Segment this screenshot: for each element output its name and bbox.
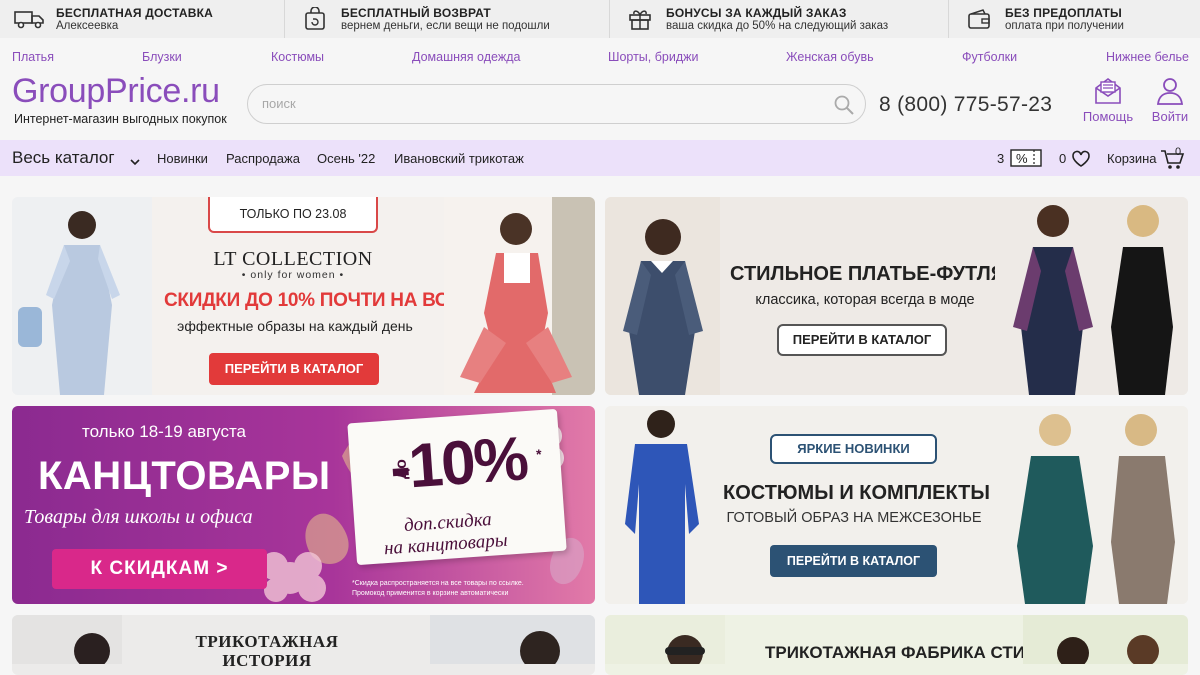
- info-title: БОНУСЫ ЗА КАЖДЫЙ ЗАКАЗ: [666, 6, 847, 20]
- search-icon[interactable]: [833, 94, 855, 116]
- promo-banner-knitwear-history[interactable]: ТРИКОТАЖНАЯ ИСТОРИЯ: [12, 615, 595, 675]
- promo-headline: КАНЦТОВАРЫ: [38, 454, 331, 498]
- gift-icon: [622, 6, 658, 32]
- model-photo: [1023, 615, 1188, 664]
- promo-date: только 18-19 августа: [82, 422, 247, 441]
- wallet-icon: [961, 6, 997, 32]
- model-photo: [605, 615, 725, 664]
- model-photo: [605, 406, 715, 604]
- model-photo: [995, 197, 1188, 395]
- category-link[interactable]: Нижнее белье: [1106, 50, 1189, 64]
- promo-banner-stationery[interactable]: только 18-19 августа КАНЦТОВАРЫ Товары д…: [12, 406, 595, 604]
- info-title: БЕЗ ПРЕДОПЛАТЫ: [1005, 6, 1122, 20]
- category-nav: Платья Блузки Костюмы Домашняя одежда Шо…: [0, 50, 1200, 68]
- login-button[interactable]: Войти: [1142, 76, 1198, 124]
- cart-icon[interactable]: [1160, 148, 1186, 175]
- model-photo: [995, 406, 1188, 604]
- go-to-catalog-button[interactable]: ПЕРЕЙТИ В КАТАЛОГ: [209, 353, 379, 385]
- phone-number[interactable]: 8 (800) 775-57-23: [879, 93, 1052, 117]
- heart-icon[interactable]: [1071, 150, 1091, 173]
- promo-subtitle: ГОТОВЫЙ ОБРАЗ НА МЕЖСЕЗОНЬЕ: [726, 510, 982, 526]
- model-photo: [430, 615, 595, 664]
- discount-count: 3: [997, 151, 1005, 166]
- info-sub: ваша скидка до 50% на следующий заказ: [666, 20, 889, 32]
- promo-subtitle: Товары для школы и офиса: [24, 506, 253, 528]
- category-link[interactable]: Шорты, бриджи: [608, 50, 698, 64]
- info-sub: вернем деньги, если вещи не подошли: [341, 20, 550, 32]
- catalog-bar: Весь каталог Новинки Распродажа Осень '2…: [0, 140, 1200, 176]
- info-free-return[interactable]: БЕСПЛАТНЫЙ ВОЗВРАТ вернем деньги, если ве…: [284, 0, 609, 38]
- info-free-delivery[interactable]: БЕСПЛАТНАЯ ДОСТАВКА Алексеевка: [0, 0, 284, 38]
- promo-headline: СКИДКИ ДО 10% ПОЧТИ НА ВСЁ!: [164, 290, 467, 311]
- model-photo: [12, 197, 152, 395]
- svg-text:%: %: [1016, 151, 1028, 166]
- promo-headline-line1: ТРИКОТАЖНАЯ: [195, 632, 339, 651]
- category-link[interactable]: Футболки: [962, 50, 1017, 64]
- promo-banner-lt-collection[interactable]: ТОЛЬКО ПО 23.08 LT COLLECTION • only for…: [12, 197, 595, 395]
- info-bonuses[interactable]: БОНУСЫ ЗА КАЖДЫЙ ЗАКАЗ ваша скидка до 50%…: [609, 0, 948, 38]
- category-link[interactable]: Костюмы: [271, 50, 324, 64]
- catalog-link-autumn[interactable]: Осень '22: [317, 151, 375, 166]
- login-label: Войти: [1151, 109, 1189, 124]
- search-input[interactable]: [262, 96, 822, 111]
- model-photo: [12, 615, 122, 664]
- footnote-line1: *Скидка распространяется на все товары п…: [352, 580, 524, 587]
- help-label: Помощь: [1082, 109, 1134, 124]
- info-sub: Алексеевка: [56, 20, 119, 32]
- footnote-line2: Промокод применится в корзине автоматиче…: [352, 590, 509, 597]
- search-box: [247, 84, 866, 124]
- category-link[interactable]: Домашняя одежда: [412, 50, 520, 64]
- promo-headline: ТРИКОТАЖНАЯ ФАБРИКА СТИЛЬ: [765, 643, 1050, 662]
- mail-help-icon: [1080, 76, 1136, 106]
- catalog-link-new[interactable]: Новинки: [157, 151, 208, 166]
- discount-asterisk: *: [536, 446, 542, 462]
- discount-coupon-icon[interactable]: %: [1010, 149, 1042, 172]
- info-bar: БЕСПЛАТНАЯ ДОСТАВКА Алексеевка БЕСПЛАТНЫЙ…: [0, 0, 1200, 38]
- promo-subtitle: эффектные образы на каждый день: [177, 318, 413, 334]
- cart-label[interactable]: Корзина: [1107, 151, 1157, 166]
- promo-headline-line2: ИСТОРИЯ: [222, 651, 312, 670]
- promo-subtitle: классика, которая всегда в моде: [755, 292, 975, 308]
- info-sub: оплата при получении: [1005, 20, 1124, 32]
- model-photo: [444, 197, 595, 395]
- brand-tagline: • only for women •: [241, 269, 345, 281]
- promo-headline: КОСТЮМЫ И КОМПЛЕКТЫ: [723, 482, 990, 504]
- truck-icon: [12, 6, 48, 32]
- category-link[interactable]: Блузки: [142, 50, 182, 64]
- catalog-menu-button[interactable]: Весь каталог: [12, 148, 115, 168]
- return-bag-icon: [297, 6, 333, 32]
- category-link[interactable]: Платья: [12, 50, 54, 64]
- model-photo: [605, 197, 720, 395]
- site-logo[interactable]: GroupPrice.ru: [12, 72, 220, 111]
- brand-name: LT COLLECTION: [213, 248, 373, 270]
- cart-count: 0: [1175, 146, 1182, 158]
- promo-banner-knitwear-factory[interactable]: ТРИКОТАЖНАЯ ФАБРИКА СТИЛЬ: [605, 615, 1188, 675]
- info-title: БЕСПЛАТНЫЙ ВОЗВРАТ: [341, 6, 491, 20]
- promo-banner-suits[interactable]: ЯРКИЕ НОВИНКИ КОСТЮМЫ И КОМПЛЕКТЫ ГОТОВЫ…: [605, 406, 1188, 604]
- info-title: БЕСПЛАТНАЯ ДОСТАВКА: [56, 6, 213, 20]
- to-discounts-button[interactable]: К СКИДКАМ >: [52, 549, 267, 589]
- promo-banner-dress[interactable]: СТИЛЬНОЕ ПЛАТЬЕ-ФУТЛЯР классика, которая…: [605, 197, 1188, 395]
- promo-headline: СТИЛЬНОЕ ПЛАТЬЕ-ФУТЛЯР: [730, 263, 1019, 285]
- go-to-catalog-button[interactable]: ПЕРЕЙТИ В КАТАЛОГ: [770, 545, 937, 577]
- catalog-link-ivanovo[interactable]: Ивановский трикотаж: [394, 151, 524, 166]
- go-to-catalog-button[interactable]: ПЕРЕЙТИ В КАТАЛОГ: [777, 324, 947, 356]
- user-icon: [1142, 76, 1198, 106]
- new-arrivals-tag: ЯРКИЕ НОВИНКИ: [770, 434, 937, 464]
- discount-percent: -10%: [387, 424, 529, 503]
- promo-date: ТОЛЬКО ПО 23.08: [208, 197, 378, 233]
- info-no-prepay[interactable]: БЕЗ ПРЕДОПЛАТЫ оплата при получении: [948, 0, 1200, 38]
- help-button[interactable]: Помощь: [1080, 76, 1136, 124]
- chevron-down-icon[interactable]: [130, 153, 140, 171]
- tagline: Интернет-магазин выгодных покупок: [14, 112, 227, 126]
- favorites-count: 0: [1059, 151, 1067, 166]
- catalog-link-sale[interactable]: Распродажа: [226, 151, 300, 166]
- category-link[interactable]: Женская обувь: [786, 50, 874, 64]
